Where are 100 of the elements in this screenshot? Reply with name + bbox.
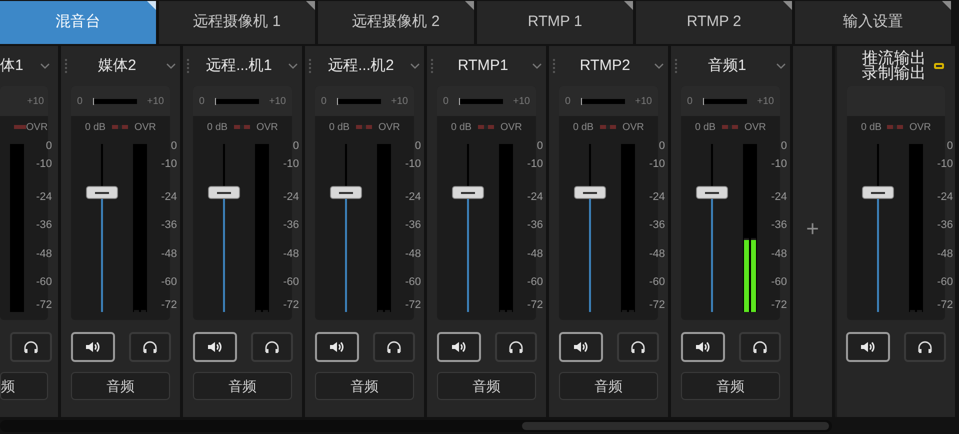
trim-handle[interactable] (459, 98, 460, 104)
headphones-icon (752, 340, 768, 354)
chevron-down-icon[interactable] (288, 63, 298, 69)
channel-name: 媒体2 (98, 56, 136, 76)
fader-handle[interactable] (696, 186, 728, 200)
scale-label: -60 (405, 276, 421, 288)
scale-label: -36 (405, 219, 421, 231)
scale-label: -36 (283, 219, 299, 231)
gain-max-label: +10 (635, 94, 652, 108)
scale-label: -10 (937, 158, 953, 170)
speaker-icon (860, 340, 876, 354)
fader-handle[interactable] (208, 186, 240, 200)
audio-button[interactable]: 频 (0, 372, 48, 400)
trim-handle[interactable] (581, 98, 582, 104)
speaker-button[interactable] (846, 332, 890, 362)
drag-handle-icon[interactable] (553, 59, 556, 73)
db-label: 0 dB (85, 120, 106, 134)
headphones-button[interactable] (494, 332, 536, 362)
trim-handle[interactable] (93, 98, 94, 104)
drag-handle-icon[interactable] (65, 59, 68, 73)
tab[interactable]: 远程摄像机 2 (318, 1, 474, 44)
drag-handle-icon[interactable] (431, 59, 434, 73)
tab[interactable]: RTMP 1 (477, 1, 633, 44)
headphones-icon (142, 340, 158, 354)
link-icon[interactable] (934, 63, 944, 69)
gain-min-label: 0 (565, 94, 571, 108)
gain-min-label: 0 (687, 94, 693, 108)
scale-label: -24 (937, 191, 953, 203)
headphones-icon (23, 340, 39, 354)
drag-handle-icon[interactable] (309, 59, 312, 73)
tab[interactable]: RTMP 2 (636, 1, 792, 44)
chevron-down-icon[interactable] (410, 63, 420, 69)
chevron-down-icon[interactable] (654, 63, 664, 69)
headphones-button[interactable] (904, 332, 946, 362)
scale-label: -72 (36, 299, 52, 311)
speaker-button[interactable] (70, 332, 114, 362)
headphones-button[interactable] (250, 332, 292, 362)
headphones-button[interactable] (128, 332, 170, 362)
drag-handle-icon[interactable] (187, 59, 190, 73)
headphones-button[interactable] (10, 332, 52, 362)
ovr-label: OVR (134, 120, 156, 134)
headphones-button[interactable] (616, 332, 658, 362)
ovr-label: OVR (378, 120, 400, 134)
fader-handle[interactable] (862, 186, 894, 200)
scale-label: 0 (780, 140, 787, 152)
drag-handle-icon[interactable] (675, 59, 678, 73)
gain-max-label: +10 (269, 94, 286, 108)
tab[interactable]: 混音台 (0, 1, 156, 44)
scale-label: 0 (46, 140, 52, 152)
scale-label: -72 (771, 299, 787, 311)
channel-name: 远程...机1 (206, 56, 272, 76)
ovr-label: OVR (622, 120, 644, 134)
audio-button[interactable]: 音频 (315, 372, 414, 400)
audio-button[interactable]: 音频 (71, 372, 170, 400)
speaker-button[interactable] (436, 332, 480, 362)
fader-handle[interactable] (330, 186, 362, 200)
tab[interactable]: 输入设置 (795, 1, 951, 44)
speaker-button[interactable] (192, 332, 236, 362)
chevron-down-icon[interactable] (40, 63, 50, 69)
scale-label: -24 (527, 191, 543, 203)
audio-button[interactable]: 音频 (437, 372, 536, 400)
scale-label: -60 (36, 276, 52, 288)
add-button[interactable]: + (806, 218, 819, 240)
audio-button[interactable]: 音频 (193, 372, 292, 400)
ovr-label: OVR (909, 120, 931, 134)
scale-label: -48 (937, 248, 953, 260)
fader-handle[interactable] (86, 186, 118, 200)
trim-handle[interactable] (703, 98, 704, 104)
speaker-button[interactable] (558, 332, 602, 362)
scale-label: -60 (771, 276, 787, 288)
fader-handle[interactable] (452, 186, 484, 200)
chevron-down-icon[interactable] (532, 63, 542, 69)
chevron-down-icon[interactable] (776, 63, 786, 69)
scale-label: -10 (527, 158, 543, 170)
tab[interactable]: 远程摄像机 1 (159, 1, 315, 44)
scale-label: -72 (937, 299, 953, 311)
gain-max-label: +10 (513, 94, 530, 108)
db-label: 0 dB (207, 120, 228, 134)
gain-max-label: +10 (27, 94, 44, 108)
speaker-icon (572, 340, 588, 354)
speaker-icon (206, 340, 222, 354)
audio-button[interactable]: 音频 (559, 372, 658, 400)
headphones-button[interactable] (738, 332, 780, 362)
scale-label: -72 (527, 299, 543, 311)
speaker-button[interactable] (314, 332, 358, 362)
headphones-button[interactable] (372, 332, 414, 362)
speaker-button[interactable] (680, 332, 724, 362)
fader-handle[interactable] (574, 186, 606, 200)
chevron-down-icon[interactable] (166, 63, 176, 69)
scale-label: 0 (536, 140, 543, 152)
scale-label: -24 (283, 191, 299, 203)
db-label: 0 dB (573, 120, 594, 134)
trim-handle[interactable] (337, 98, 338, 104)
scale-label: -24 (649, 191, 665, 203)
trim-handle[interactable] (215, 98, 216, 104)
scale-label: -72 (649, 299, 665, 311)
audio-button[interactable]: 音频 (681, 372, 780, 400)
clip-indicator-icon (478, 125, 494, 129)
horizontal-scrollbar[interactable] (0, 420, 832, 432)
scale-label: 0 (414, 140, 421, 152)
